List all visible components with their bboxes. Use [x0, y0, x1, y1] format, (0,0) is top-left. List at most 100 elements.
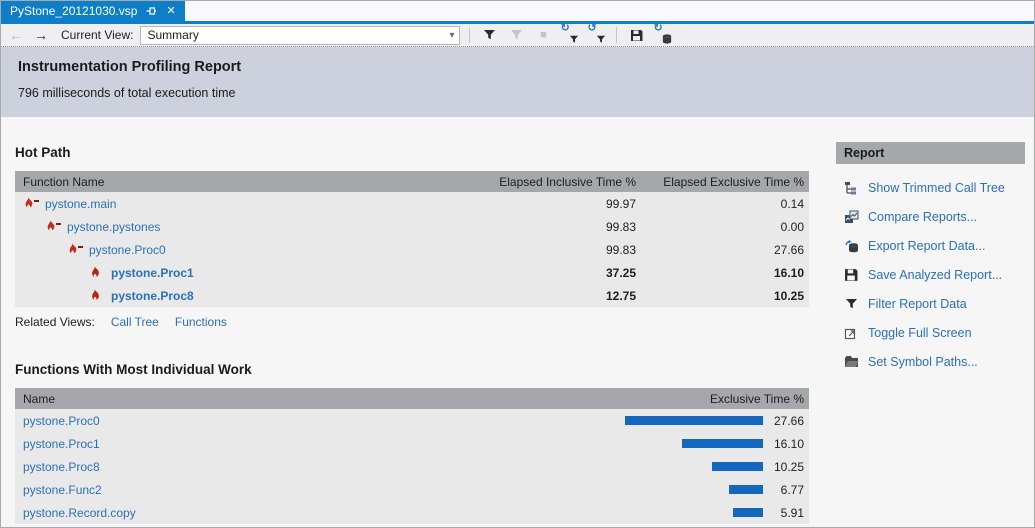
- inclusive-value: 12.75: [473, 289, 641, 303]
- table-row: pystone.pystones 99.83 0.00: [15, 215, 809, 238]
- flame-icon: [89, 266, 104, 279]
- report-panel: Report Show Trimmed Call Tree: [836, 142, 1025, 370]
- report-link-export-report-data[interactable]: Export Report Data...: [843, 237, 1025, 254]
- function-link[interactable]: pystone.pystones: [67, 220, 160, 234]
- hot-path-flame-dash-icon: [45, 220, 60, 233]
- exclusive-value: 16.10: [641, 266, 809, 280]
- column-name[interactable]: Name: [15, 392, 641, 406]
- exclusive-value: 10.25: [641, 289, 809, 303]
- exclusive-value: 10.25: [763, 460, 809, 474]
- function-link[interactable]: pystone.Record.copy: [23, 506, 136, 520]
- function-link[interactable]: pystone.Proc0: [23, 414, 100, 428]
- table-row: pystone.Proc1 16.10: [15, 432, 809, 455]
- refresh-filter-button[interactable]: ↺: [587, 25, 607, 45]
- current-view-label: Current View:: [61, 28, 133, 42]
- pin-icon[interactable]: [145, 5, 157, 17]
- total-execution-time: 796 milliseconds of total execution time: [18, 86, 1017, 100]
- individual-work-table-header: Name Exclusive Time %: [15, 388, 809, 409]
- exclusive-value: 0.14: [641, 197, 809, 211]
- profiler-toolbar: ← → Current View: Summary ▾ ■ ↻ ↺ ↻: [1, 24, 1034, 47]
- exclusive-value: 0.00: [641, 220, 809, 234]
- function-link[interactable]: pystone.Proc1: [23, 437, 100, 451]
- table-row: pystone.Proc8 10.25: [15, 455, 809, 478]
- forward-arrow-icon[interactable]: →: [32, 28, 50, 42]
- related-views: Related Views: Call Tree Functions: [15, 315, 809, 329]
- filter-button[interactable]: [479, 25, 499, 45]
- related-link-functions[interactable]: Functions: [175, 315, 227, 329]
- exclusive-time-bar: [729, 485, 763, 494]
- inclusive-value: 99.83: [473, 220, 641, 234]
- function-link[interactable]: pystone.Proc8: [111, 289, 194, 303]
- function-link[interactable]: pystone.Proc1: [111, 266, 194, 280]
- inclusive-value: 37.25: [473, 266, 641, 280]
- filter-disabled-button: [506, 25, 526, 45]
- function-link[interactable]: pystone.Func2: [23, 483, 102, 497]
- column-inclusive-time[interactable]: Elapsed Inclusive Time %: [473, 175, 641, 189]
- exclusive-value: 27.66: [641, 243, 809, 257]
- flame-icon: [89, 289, 104, 302]
- report-link-filter-report-data[interactable]: Filter Report Data: [843, 295, 1025, 312]
- exclusive-time-bar: [625, 416, 763, 425]
- exclusive-value: 6.77: [763, 483, 809, 497]
- page-title: Instrumentation Profiling Report: [18, 59, 1017, 75]
- reapply-filter-button[interactable]: ↻: [560, 25, 580, 45]
- save-icon: [843, 268, 859, 282]
- function-link[interactable]: pystone.main: [45, 197, 116, 211]
- report-content: Hot Path Function Name Elapsed Inclusive…: [1, 117, 1034, 527]
- table-row: pystone.Proc0 27.66: [15, 409, 809, 432]
- toolbar-separator: [469, 27, 470, 43]
- hot-path-title: Hot Path: [15, 117, 809, 160]
- exclusive-value: 27.66: [763, 414, 809, 428]
- exclusive-value: 16.10: [763, 437, 809, 451]
- compare-reports-icon: [843, 210, 859, 224]
- hot-path-flame-dash-icon: [23, 197, 38, 210]
- column-exclusive-time[interactable]: Elapsed Exclusive Time %: [641, 175, 809, 189]
- back-arrow-icon[interactable]: ←: [7, 28, 25, 42]
- table-row: pystone.Func2 6.77: [15, 478, 809, 501]
- table-row: pystone.Proc8 12.75 10.25: [15, 284, 809, 307]
- document-tab-strip: PyStone_20121030.vsp ✕: [1, 1, 1034, 21]
- related-views-label: Related Views:: [15, 315, 95, 329]
- stop-button: ■: [533, 25, 553, 45]
- chevron-down-icon: ▾: [449, 30, 459, 41]
- inclusive-value: 99.83: [473, 243, 641, 257]
- report-link-toggle-full-screen[interactable]: Toggle Full Screen: [843, 324, 1025, 341]
- table-row: pystone.Record.copy 5.91: [15, 501, 809, 524]
- inclusive-value: 99.97: [473, 197, 641, 211]
- toolbar-separator: [616, 27, 617, 43]
- exclusive-time-bar: [712, 462, 763, 471]
- exclusive-time-bar: [733, 508, 763, 517]
- report-link-set-symbol-paths[interactable]: Set Symbol Paths...: [843, 353, 1025, 370]
- report-link-save-analyzed-report[interactable]: Save Analyzed Report...: [843, 266, 1025, 283]
- column-function-name[interactable]: Function Name: [15, 175, 473, 189]
- report-link-compare-reports[interactable]: Compare Reports...: [843, 208, 1025, 225]
- export-report-button[interactable]: ↻: [653, 25, 673, 45]
- call-tree-icon: [843, 181, 859, 195]
- filter-icon: [843, 298, 859, 310]
- hot-path-table: Function Name Elapsed Inclusive Time % E…: [15, 171, 809, 307]
- export-data-icon: [843, 239, 859, 253]
- current-view-value: Summary: [147, 28, 449, 42]
- save-report-button[interactable]: [626, 25, 646, 45]
- close-icon[interactable]: ✕: [165, 6, 176, 17]
- exclusive-value: 5.91: [763, 506, 809, 520]
- report-link-show-trimmed-call-tree[interactable]: Show Trimmed Call Tree: [843, 179, 1025, 196]
- related-link-call-tree[interactable]: Call Tree: [111, 315, 159, 329]
- exclusive-time-bar: [682, 439, 763, 448]
- function-link[interactable]: pystone.Proc0: [89, 243, 166, 257]
- table-row: pystone.Proc0 99.83 27.66: [15, 238, 809, 261]
- column-exclusive-time[interactable]: Exclusive Time %: [641, 392, 809, 406]
- individual-work-table: Name Exclusive Time % pystone.Proc0 27.6…: [15, 388, 809, 524]
- folder-icon: [843, 355, 859, 368]
- table-row: pystone.Proc1 37.25 16.10: [15, 261, 809, 284]
- tab-title: PyStone_20121030.vsp: [10, 4, 137, 18]
- current-view-dropdown[interactable]: Summary ▾: [140, 26, 460, 45]
- hot-path-flame-dash-icon: [67, 243, 82, 256]
- report-panel-title: Report: [836, 142, 1025, 164]
- function-link[interactable]: pystone.Proc8: [23, 460, 100, 474]
- individual-work-title: Functions With Most Individual Work: [15, 329, 809, 377]
- table-row: pystone.main 99.97 0.14: [15, 192, 809, 215]
- report-header-band: Instrumentation Profiling Report 796 mil…: [1, 47, 1034, 117]
- fullscreen-icon: [843, 326, 859, 340]
- document-tab[interactable]: PyStone_20121030.vsp ✕: [1, 1, 185, 21]
